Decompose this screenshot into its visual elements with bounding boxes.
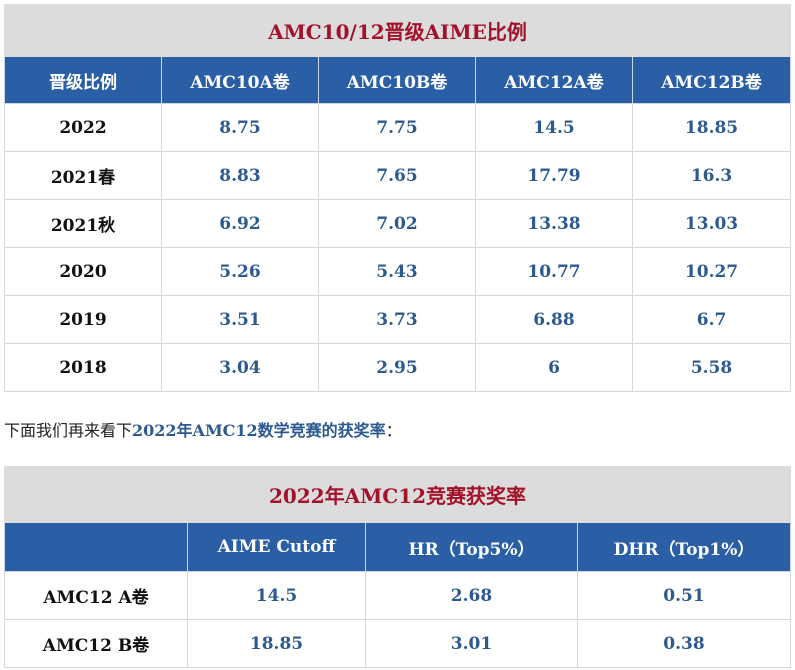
column-header: AIME Cutoff	[187, 522, 366, 572]
column-header: HR（Top5%）	[365, 522, 578, 572]
intro-highlight: 2022年AMC12数学竞赛的获奖率	[132, 421, 386, 440]
table-cell: 6.88	[475, 295, 633, 344]
table-row: 2020 5.26 5.43 10.77 10.27	[4, 247, 792, 296]
advancement-ratio-table: AMC10/12晋级AIME比例 晋级比例 AMC10A卷 AMC10B卷 AM…	[3, 4, 792, 392]
table-cell: 6.7	[631, 295, 792, 344]
table-row: 2019 3.51 3.73 6.88 6.7	[4, 295, 792, 344]
table-cell: 10.27	[631, 247, 792, 296]
table-cell: 3.51	[161, 295, 319, 344]
row-label: 2021春	[4, 151, 162, 200]
table-cell: 8.75	[161, 103, 319, 152]
table-cell: 17.79	[475, 151, 633, 200]
table-cell: 2.95	[318, 343, 476, 392]
column-header: 晋级比例	[4, 56, 162, 104]
row-label: AMC12 A卷	[4, 571, 188, 620]
row-label: 2022	[4, 103, 162, 152]
table-title: AMC10/12晋级AIME比例	[3, 4, 792, 57]
column-header: DHR（Top1%）	[576, 522, 792, 572]
table-row: 2021春 8.83 7.65 17.79 16.3	[4, 151, 792, 200]
table-cell: 14.5	[187, 571, 366, 620]
table-cell: 14.5	[475, 103, 633, 152]
table-cell: 8.83	[161, 151, 319, 200]
column-header: AMC10B卷	[318, 56, 476, 104]
table-cell: 5.26	[161, 247, 319, 296]
table-cell: 18.85	[631, 103, 792, 152]
award-rate-table: 2022年AMC12竞赛获奖率 AIME Cutoff HR（Top5%） DH…	[3, 466, 792, 668]
row-label: 2018	[4, 343, 162, 392]
table-cell: 7.75	[318, 103, 476, 152]
intro-prefix: 下面我们再来看下	[4, 421, 133, 440]
table-cell: 16.3	[631, 151, 792, 200]
column-header: AMC12B卷	[631, 56, 792, 104]
column-header: AMC12A卷	[475, 56, 633, 104]
table-cell: 18.85	[187, 619, 366, 668]
intro-suffix: ：	[385, 421, 402, 440]
table-cell: 13.03	[631, 199, 792, 248]
table-cell: 3.01	[365, 619, 578, 668]
table-cell: 13.38	[475, 199, 633, 248]
table-cell: 10.77	[475, 247, 633, 296]
column-header: AMC10A卷	[161, 56, 319, 104]
table-row: AMC12 A卷 14.5 2.68 0.51	[4, 571, 792, 620]
row-label: 2019	[4, 295, 162, 344]
table-cell: 3.73	[318, 295, 476, 344]
table-cell: 0.51	[576, 571, 792, 620]
table-cell: 3.04	[161, 343, 319, 392]
table-row: 2021秋 6.92 7.02 13.38 13.03	[4, 199, 792, 248]
row-label: 2020	[4, 247, 162, 296]
table-cell: 5.58	[631, 343, 792, 392]
table-cell: 5.43	[318, 247, 476, 296]
table-cell: 2.68	[365, 571, 578, 620]
row-label: AMC12 B卷	[4, 619, 188, 668]
table-cell: 6.92	[161, 199, 319, 248]
table-row: 2022 8.75 7.75 14.5 18.85	[4, 103, 792, 152]
table-cell: 7.65	[318, 151, 476, 200]
table-cell: 7.02	[318, 199, 476, 248]
table-cell: 6	[475, 343, 633, 392]
row-label: 2021秋	[4, 199, 162, 248]
intro-paragraph: 下面我们再来看下2022年AMC12数学竞赛的获奖率：	[4, 420, 402, 442]
column-header	[4, 522, 188, 572]
table-title: 2022年AMC12竞赛获奖率	[3, 466, 792, 523]
table-row: 2018 3.04 2.95 6 5.58	[4, 343, 792, 392]
table-cell: 0.38	[576, 619, 792, 668]
table-row: AMC12 B卷 18.85 3.01 0.38	[4, 619, 792, 668]
